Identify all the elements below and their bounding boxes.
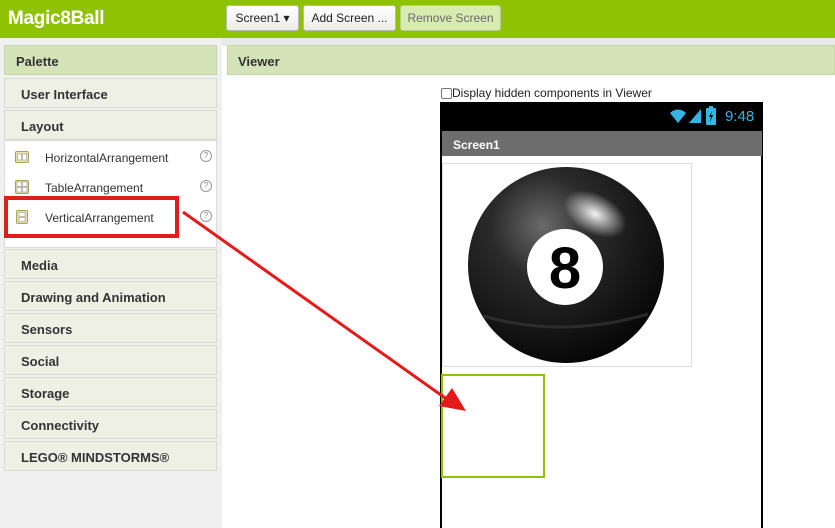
drag-arrow-icon [182,210,466,411]
